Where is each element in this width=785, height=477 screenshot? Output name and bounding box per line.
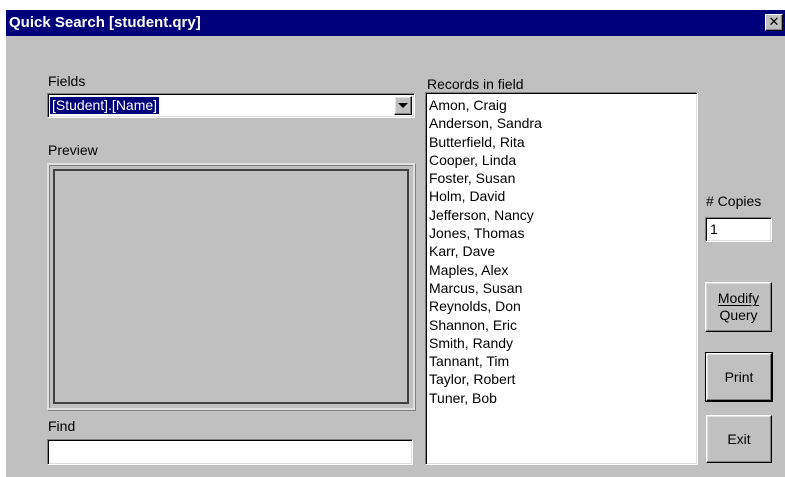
list-item[interactable]: Butterfield, Rita <box>426 133 697 151</box>
copies-label: # Copies <box>706 193 762 209</box>
list-item[interactable]: Karr, Dave <box>426 242 697 260</box>
list-item[interactable]: Smith, Randy <box>426 334 697 352</box>
records-listbox[interactable]: Amon, Craig Anderson, Sandra Butterfield… <box>425 92 698 465</box>
window-title: Quick Search [student.qry] <box>9 14 201 31</box>
title-bar[interactable]: Quick Search [student.qry] ✕ <box>6 10 785 36</box>
fields-dropdown-button[interactable] <box>394 96 412 115</box>
list-item[interactable]: Tannant, Tim <box>426 352 697 370</box>
list-item[interactable]: Foster, Susan <box>426 169 697 187</box>
copies-input-value: 1 <box>710 221 718 237</box>
find-label: Find <box>48 418 76 434</box>
records-label: Records in field <box>427 76 524 92</box>
list-item[interactable]: Taylor, Robert <box>426 370 697 388</box>
copies-input[interactable]: 1 <box>705 217 772 242</box>
list-item[interactable]: Jones, Thomas <box>426 224 697 242</box>
print-button[interactable]: Print <box>705 352 773 402</box>
list-item[interactable]: Tuner, Bob <box>426 389 697 407</box>
modify-query-label-line2: Query <box>719 307 758 323</box>
close-icon[interactable]: ✕ <box>765 14 783 31</box>
print-button-label: Print <box>724 368 754 385</box>
find-input[interactable] <box>47 439 413 465</box>
list-item[interactable]: Marcus, Susan <box>426 279 697 297</box>
list-item[interactable]: Shannon, Eric <box>426 316 697 334</box>
fields-combobox[interactable]: [Student].[Name] <box>47 93 415 118</box>
preview-label: Preview <box>48 142 98 158</box>
list-item[interactable]: Cooper, Linda <box>426 151 697 169</box>
preview-panel <box>47 163 415 410</box>
fields-selected-value: [Student].[Name] <box>48 96 161 115</box>
exit-button[interactable]: Exit <box>706 415 772 463</box>
preview-area <box>53 169 409 404</box>
list-item[interactable]: Anderson, Sandra <box>426 114 697 132</box>
list-item[interactable]: Amon, Craig <box>426 96 697 114</box>
modify-query-button[interactable]: Modify Query <box>705 282 772 332</box>
list-item[interactable]: Holm, David <box>426 187 697 205</box>
quick-search-window: Quick Search [student.qry] ✕ Fields [Stu… <box>6 10 785 477</box>
chevron-down-icon <box>398 103 408 108</box>
list-item[interactable]: Jefferson, Nancy <box>426 206 697 224</box>
modify-query-label-line1: Modify <box>717 290 760 306</box>
fields-label: Fields <box>48 73 86 89</box>
list-item[interactable]: Maples, Alex <box>426 261 697 279</box>
exit-button-label: Exit <box>727 430 751 447</box>
list-item[interactable]: Reynolds, Don <box>426 297 697 315</box>
